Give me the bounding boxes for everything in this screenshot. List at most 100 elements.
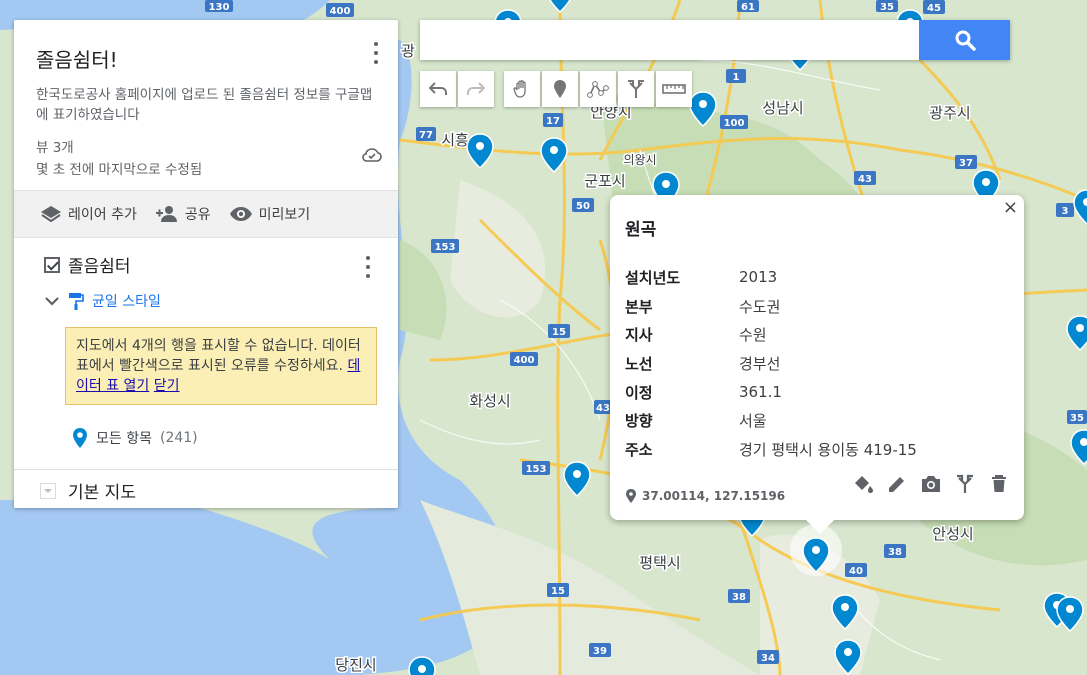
city-label: 화성시 <box>469 392 510 410</box>
redo-icon <box>467 82 485 95</box>
city-label: 의왕시 <box>623 153 656 167</box>
route-shield: 1 <box>726 69 746 83</box>
city-label: 성남시 <box>762 99 803 117</box>
attribute-row: 주소 경기 평택시 용이동 419-15 <box>625 440 917 459</box>
feature-actions <box>852 473 1010 495</box>
route-shield: 130 <box>205 0 233 13</box>
style-button[interactable] <box>852 473 874 495</box>
layer-section: 졸음쉼터 균일 스타일 지도에서 4개의 행을 표시할 수 없습니다. 데이터 … <box>14 238 398 470</box>
route-shield: 39 <box>589 643 611 657</box>
directions-button[interactable] <box>618 71 654 107</box>
marker-icon <box>554 80 566 98</box>
layer-options-icon[interactable] <box>366 256 372 278</box>
map-sidebar: 졸음쉼터! 한국도로공사 홈페이지에 업로드 된 졸음쉼터 정보를 구글맵에 표… <box>14 20 398 508</box>
chevron-down-icon[interactable] <box>44 296 60 306</box>
route-shield: 153 <box>431 239 459 253</box>
close-icon[interactable]: × <box>1003 197 1018 218</box>
draw-line-button[interactable] <box>580 71 616 107</box>
svg-text:50: 50 <box>576 201 590 212</box>
attribute-table: 설치년도 2013 본부 수도권 지사 수원 노선 경부선 이정 361.1 방향 서울 주… <box>625 263 917 464</box>
layer-name[interactable]: 졸음쉼터 <box>68 252 131 277</box>
directions-to-button[interactable] <box>954 473 976 495</box>
preview-button[interactable]: 미리보기 <box>229 204 311 224</box>
directions-icon <box>957 474 973 493</box>
attribute-row: 지사 수원 <box>625 326 767 345</box>
city-label: 당진시 <box>335 656 376 674</box>
city-label: 평택시 <box>639 554 680 572</box>
ruler-icon <box>662 84 686 94</box>
pan-button[interactable] <box>504 71 540 107</box>
measure-button[interactable] <box>656 71 692 107</box>
attribute-row: 노선 경부선 <box>625 354 781 373</box>
layer-checkbox[interactable] <box>44 256 60 273</box>
undo-button[interactable] <box>420 71 456 107</box>
route-shield: 40 <box>845 563 867 577</box>
svg-text:45: 45 <box>927 3 941 14</box>
coordinates: 37.00114, 127.15196 <box>626 489 785 503</box>
svg-text:35: 35 <box>1070 413 1084 424</box>
svg-text:38: 38 <box>732 592 746 603</box>
route-shield: 3 <box>1056 203 1074 217</box>
last-modified: 몇 초 전에 마지막으로 수정됨 <box>36 162 203 178</box>
city-label: 안성시 <box>932 525 973 543</box>
panel-actions: 레이어 추가 공유 미리보기 <box>14 190 398 238</box>
cloud-saved-icon <box>362 148 382 162</box>
edit-button[interactable] <box>886 473 908 495</box>
city-label: 광주시 <box>929 104 970 122</box>
redo-button[interactable] <box>458 71 494 107</box>
svg-text:40: 40 <box>849 566 863 577</box>
item-count: (241) <box>159 430 198 446</box>
route-shield: 37 <box>955 155 977 169</box>
base-map-row[interactable]: 기본 지도 <box>14 470 398 511</box>
eye-icon <box>229 207 252 221</box>
svg-text:35: 35 <box>880 2 894 13</box>
city-label: 광 <box>401 42 415 60</box>
map-info: 졸음쉼터! 한국도로공사 홈페이지에 업로드 된 졸음쉼터 정보를 구글맵에 표… <box>14 20 398 190</box>
warning-box: 지도에서 4개의 행을 표시할 수 없습니다. 데이터 표에서 빨간색으로 표시… <box>65 327 377 405</box>
add-photo-button[interactable] <box>920 473 942 495</box>
delete-button[interactable] <box>988 473 1010 495</box>
hand-icon <box>513 80 526 98</box>
svg-text:17: 17 <box>546 116 560 127</box>
svg-text:37: 37 <box>959 158 973 169</box>
preview-label: 미리보기 <box>258 207 311 223</box>
map-description[interactable]: 한국도로공사 홈페이지에 업로드 된 졸음쉼터 정보를 구글맵에 표기하였습니다 <box>36 85 376 125</box>
map-options-icon[interactable] <box>374 42 380 64</box>
coordinates-text: 37.00114, 127.15196 <box>642 489 786 503</box>
layers-icon <box>41 206 61 223</box>
map-title[interactable]: 졸음쉼터! <box>36 44 376 73</box>
share-button[interactable]: 공유 <box>155 204 211 224</box>
route-shield: 400 <box>510 352 538 366</box>
paint-bucket-icon <box>855 476 873 493</box>
pencil-icon <box>889 477 904 492</box>
search-input[interactable] <box>420 20 910 60</box>
route-shield: 45 <box>923 0 945 14</box>
expand-icon[interactable] <box>40 482 56 499</box>
search-button[interactable] <box>919 20 1010 60</box>
style-link[interactable]: 균일 스타일 <box>92 291 161 311</box>
svg-text:43: 43 <box>858 174 872 185</box>
city-label: 시흥 <box>441 131 469 149</box>
paint-roller-icon <box>69 293 84 310</box>
svg-text:1: 1 <box>733 72 740 83</box>
all-items-row[interactable]: 모든 항목 (241) <box>72 427 376 449</box>
svg-text:38: 38 <box>888 547 902 558</box>
dismiss-link[interactable]: 닫기 <box>154 378 180 394</box>
svg-text:39: 39 <box>593 646 607 657</box>
add-layer-button[interactable]: 레이어 추가 <box>40 204 137 224</box>
undo-icon <box>429 82 447 95</box>
route-shield: 15 <box>547 583 569 597</box>
polyline-icon <box>587 81 609 98</box>
route-shield: 34 <box>757 650 779 664</box>
svg-text:130: 130 <box>209 2 230 13</box>
route-shield: 61 <box>737 0 759 13</box>
route-shield: 77 <box>416 127 436 141</box>
svg-text:15: 15 <box>551 586 565 597</box>
svg-text:15: 15 <box>552 327 566 338</box>
add-marker-button[interactable] <box>542 71 578 107</box>
trash-icon <box>992 475 1006 492</box>
add-layer-label: 레이어 추가 <box>68 207 137 223</box>
pin-marker[interactable] <box>408 656 436 675</box>
search-bar <box>420 20 1010 60</box>
route-shield: 50 <box>572 198 594 212</box>
